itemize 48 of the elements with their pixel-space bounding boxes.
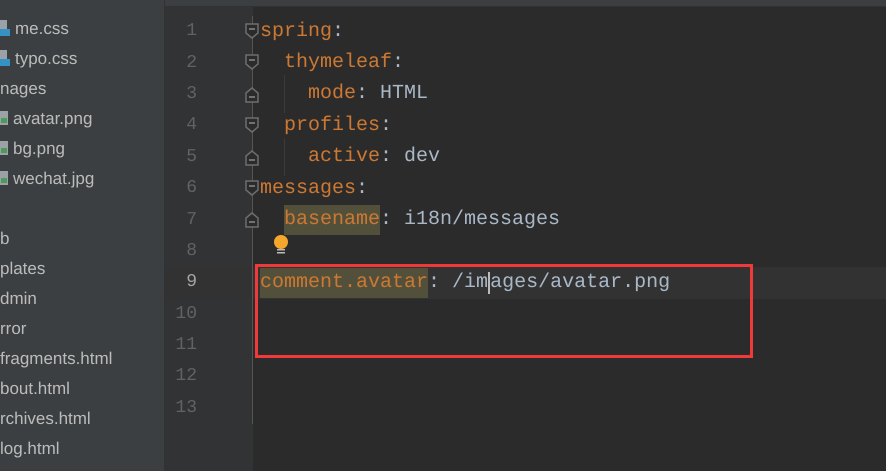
colon: : [392,50,404,76]
fold-end-marker-icon[interactable] [245,86,259,103]
sidebar-item[interactable]: avatar.png [13,110,92,126]
sidebar-item[interactable]: rchives.html [0,410,91,426]
sidebar-item[interactable]: bout.html [0,380,70,396]
colon: : [332,18,344,45]
image-file-icon [0,141,8,155]
lightbulb-icon[interactable] [273,234,289,256]
fold-marker-icon[interactable] [245,180,259,196]
colon: : [380,112,392,139]
yaml-value: i18n/messages [404,207,560,234]
yaml-value: dev [404,144,440,170]
colon: : [356,176,368,202]
image-file-icon [0,171,8,185]
sidebar-item[interactable]: bg.png [13,140,65,156]
line-number: 9 [185,271,197,294]
fold-marker-icon[interactable] [245,117,259,134]
fold-end-marker-icon[interactable] [245,150,259,166]
sidebar-item[interactable]: wechat.jpg [13,170,94,186]
sidebar-item[interactable]: typo.css [15,50,78,66]
sidebar-item[interactable]: me.css [15,20,69,36]
css-file-icon [0,50,10,66]
sidebar-item[interactable]: b [0,230,10,246]
fold-marker-icon[interactable] [245,54,259,70]
sidebar-item[interactable]: fragments.html [0,350,112,366]
css-file-icon [0,20,10,36]
sidebar-item[interactable]: rror [0,320,26,336]
sidebar-item[interactable]: plates [0,260,46,276]
yaml-key: comment.avatar [260,268,428,298]
sidebar-item[interactable]: dmin [0,290,37,306]
colon: : [428,270,440,296]
yaml-key: profiles [284,110,380,141]
colon: : [380,207,392,234]
yaml-key: active [308,142,380,172]
sidebar-item[interactable]: nages [0,80,46,96]
yaml-key: basename [284,205,380,236]
fold-end-marker-icon[interactable] [245,212,259,228]
yaml-key: messages [260,174,356,204]
colon: : [356,81,368,108]
fold-marker-icon[interactable] [245,23,259,39]
yaml-value: /images/avatar.png [452,270,670,296]
yaml-key: mode [308,79,356,110]
yaml-value: HTML [380,81,428,108]
yaml-key: spring [260,16,332,47]
image-file-icon [0,111,8,125]
colon: : [380,144,392,170]
yaml-key: thymeleaf [284,48,392,78]
sidebar-item[interactable]: log.html [0,440,60,456]
